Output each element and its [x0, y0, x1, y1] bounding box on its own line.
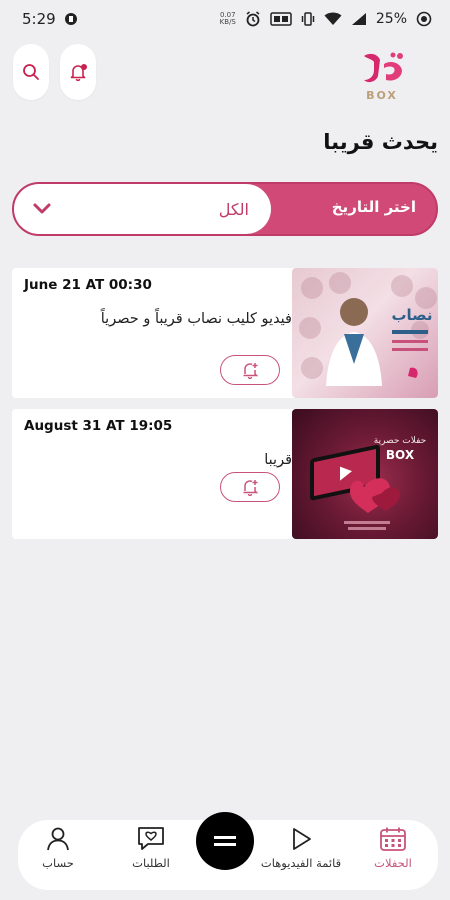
nav-requests[interactable]: الطلبات [106, 826, 196, 886]
date-filter-dropdown[interactable]: الكل [14, 184, 271, 234]
wifi-icon [324, 12, 342, 26]
calendar-icon [380, 827, 406, 851]
remind-button[interactable] [220, 355, 280, 385]
app-notification-icon [64, 12, 78, 26]
alarm-icon [245, 11, 261, 27]
page-title: يحدث قريبا [323, 130, 438, 154]
logo-text: BOX [366, 89, 398, 102]
notifications-button[interactable] [60, 44, 96, 100]
search-button[interactable] [13, 44, 49, 100]
hd-voice-icon [270, 12, 292, 26]
date-filter-value: الكل [218, 199, 249, 219]
bell-plus-icon [243, 480, 259, 496]
status-bar: 5:29 0.07 KB/S 25% [0, 0, 450, 38]
bell-plus-icon [243, 363, 259, 379]
nav-account-label: حساب [42, 856, 74, 870]
svg-text:حفلات حصرية: حفلات حصرية [374, 436, 426, 446]
chevron-down-icon [33, 203, 51, 214]
nav-requests-label: الطلبات [132, 856, 170, 870]
svg-text:نصاب: نصاب [391, 306, 432, 324]
video-thumbnail[interactable]: حفلات حصرية BOX [292, 409, 438, 539]
video-thumbnail[interactable]: نصاب [292, 268, 438, 398]
heart-message-icon [138, 827, 164, 850]
upcoming-card[interactable]: June 21 AT 00:30 فيديو كليب نصاب قريباً … [12, 268, 438, 398]
remind-button[interactable] [220, 472, 280, 502]
app-logo: BOX [356, 50, 408, 102]
app-header: BOX [0, 44, 450, 104]
date-filter[interactable]: اختر التاريخ الكل [12, 182, 438, 236]
card-date: August 31 AT 19:05 [24, 418, 173, 434]
svg-text:BOX: BOX [386, 448, 415, 462]
vibrate-icon [301, 11, 315, 27]
signal-icon [351, 12, 367, 26]
menu-icon [214, 836, 236, 846]
nav-events[interactable]: الحفلات [348, 826, 438, 886]
bottom-navigation: حساب الطلبات قائمة الفيديوهات الحفلات [18, 812, 438, 890]
date-filter-label: اختر التاريخ [331, 198, 416, 216]
card-title: فيديو كليب نصاب قريباً و حصرياً [100, 311, 292, 327]
card-date: June 21 AT 00:30 [24, 277, 152, 293]
card-title: قريبا [264, 452, 292, 468]
play-icon [293, 828, 311, 850]
upcoming-card[interactable]: August 31 AT 19:05 قريبا حفلات حصرية BOX [12, 409, 438, 539]
network-speed: 0.07 KB/S [219, 11, 236, 26]
nav-account[interactable]: حساب [13, 826, 103, 886]
clock: 5:29 [22, 10, 56, 28]
battery-saver-icon [416, 11, 432, 27]
menu-fab-button[interactable] [196, 812, 254, 870]
nav-videos[interactable]: قائمة الفيديوهات [256, 826, 346, 886]
battery-percent: 25% [375, 11, 407, 27]
notification-dot [81, 64, 87, 70]
nav-events-label: الحفلات [374, 856, 412, 870]
search-icon [23, 64, 39, 80]
nav-videos-label: قائمة الفيديوهات [260, 856, 342, 870]
user-icon [47, 827, 69, 851]
